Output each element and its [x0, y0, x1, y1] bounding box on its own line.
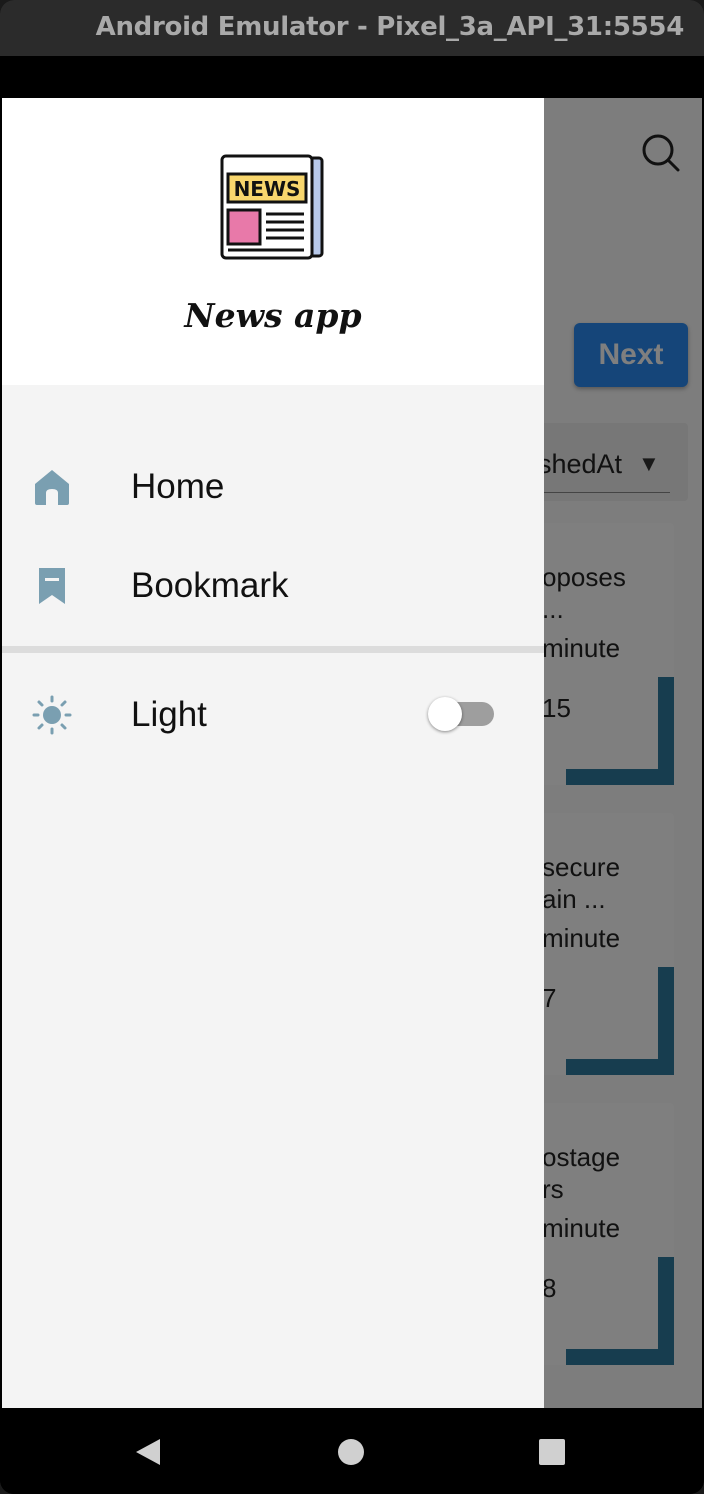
- home-icon: [35, 470, 69, 505]
- logo-text: NEWS: [234, 177, 301, 201]
- sun-icon: [32, 695, 72, 735]
- drawer-item-label: Home: [131, 467, 225, 506]
- bookmark-icon: [39, 568, 65, 604]
- window-title: Android Emulator - Pixel_3a_API_31:5554: [0, 0, 704, 56]
- theme-label: Light: [131, 695, 207, 734]
- navigation-drawer: NEWS News app Home Bookmark Light: [2, 98, 544, 1408]
- toggle-thumb: [428, 697, 462, 731]
- status-bar: [0, 56, 704, 98]
- recents-icon[interactable]: [536, 1436, 568, 1468]
- drawer-item-home[interactable]: Home: [2, 447, 544, 527]
- app-name: News app: [184, 296, 362, 335]
- back-icon[interactable]: [132, 1436, 164, 1468]
- home-circle-icon[interactable]: [335, 1436, 367, 1468]
- theme-toggle[interactable]: [428, 697, 496, 732]
- system-nav-bar: [0, 1408, 704, 1494]
- emulator-window: Android Emulator - Pixel_3a_API_31:5554 …: [0, 0, 704, 1494]
- drawer-divider: [2, 646, 544, 653]
- device-screen: Next shedAt ▼ oposes ... minute 15 secur…: [2, 98, 702, 1408]
- drawer-item-label: Bookmark: [131, 566, 289, 605]
- newspaper-logo-icon: NEWS: [220, 154, 324, 260]
- drawer-header: NEWS News app: [2, 98, 544, 385]
- drawer-item-bookmark[interactable]: Bookmark: [2, 546, 544, 626]
